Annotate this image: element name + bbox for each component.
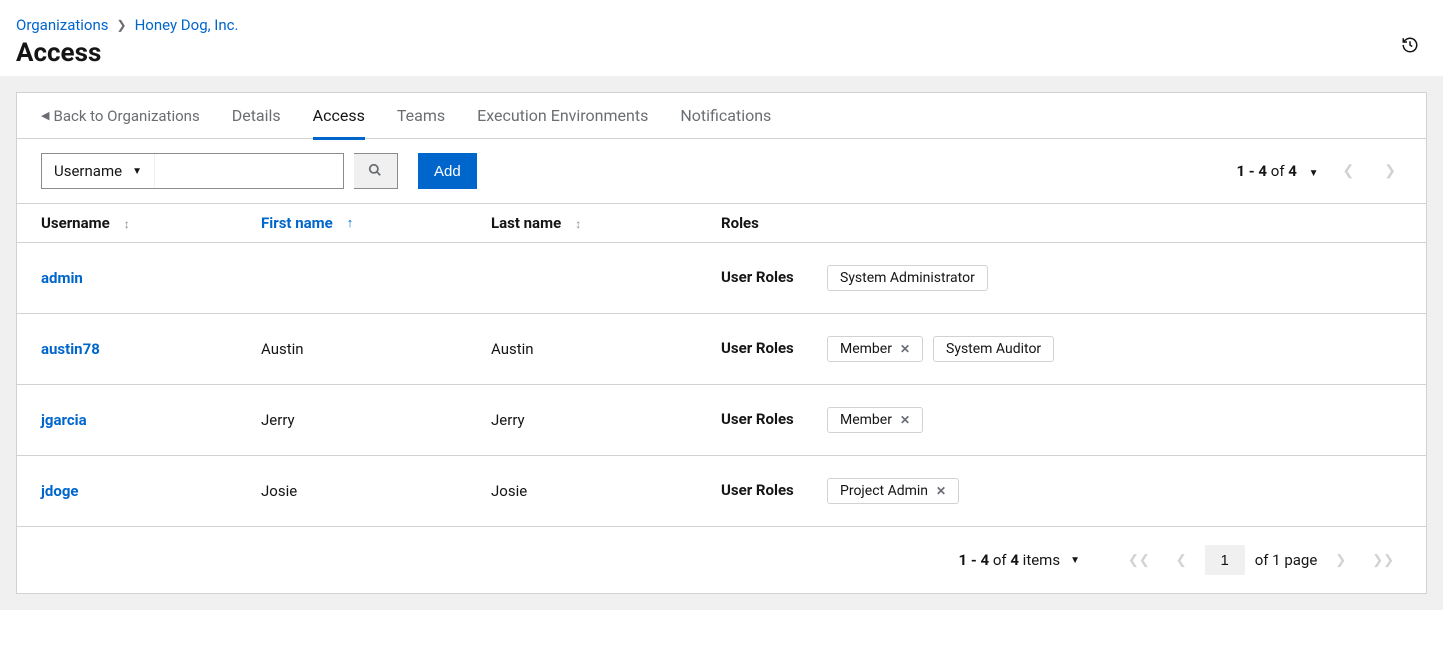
access-card: ◀ Back to Organizations Details Access T… <box>16 92 1427 594</box>
pager-top: 1 - 4 of 4 ▼ ❮ ❯ <box>1236 162 1402 180</box>
role-chip: Project Admin ✕ <box>827 478 959 504</box>
pager-top-text: 1 - 4 of 4 ▼ <box>1236 162 1318 180</box>
roles-label: User Roles <box>721 339 807 357</box>
breadcrumb: Organizations ❯ Honey Dog, Inc. <box>16 16 1427 34</box>
user-link[interactable]: jdoge <box>41 482 79 500</box>
cell-roles: User Roles Member ✕ <box>721 407 1402 433</box>
role-chip: System Administrator <box>827 265 988 291</box>
tabs: ◀ Back to Organizations Details Access T… <box>17 93 1426 139</box>
cell-roles: User Roles Project Admin ✕ <box>721 478 1402 504</box>
cell-last-name: Austin <box>491 340 721 358</box>
pager-last[interactable]: ❯❯ <box>1364 553 1402 568</box>
roles-label: User Roles <box>721 410 807 428</box>
role-chip-label: System Auditor <box>946 341 1041 357</box>
breadcrumb-root[interactable]: Organizations <box>16 16 109 34</box>
tab-access[interactable]: Access <box>313 93 365 139</box>
roles-label: User Roles <box>721 268 807 286</box>
cell-last-name: Jerry <box>491 411 721 429</box>
cell-first-name: Austin <box>261 340 491 358</box>
filter-field-label: Username <box>54 162 122 180</box>
table-body: admin User Roles System Administrator austi… <box>17 243 1426 527</box>
role-chip-label: Member <box>840 341 892 357</box>
user-link[interactable]: admin <box>41 269 83 287</box>
close-icon[interactable]: ✕ <box>900 413 910 427</box>
tab-teams[interactable]: Teams <box>397 93 445 139</box>
page-header: Organizations ❯ Honey Dog, Inc. Access <box>0 0 1443 76</box>
role-chip: System Auditor <box>933 336 1054 362</box>
pager-bottom: 1 - 4 of 4 items ▼ ❮❮ ❮ of 1 page ❯ ❯❯ <box>17 527 1426 593</box>
search-button[interactable] <box>354 153 398 189</box>
user-link[interactable]: austin78 <box>41 340 100 358</box>
breadcrumb-org[interactable]: Honey Dog, Inc. <box>135 16 239 34</box>
table-row: admin User Roles System Administrator <box>17 243 1426 314</box>
content-area: ◀ Back to Organizations Details Access T… <box>0 76 1443 610</box>
pager-first[interactable]: ❮❮ <box>1120 553 1158 568</box>
role-chip-label: Project Admin <box>840 483 928 499</box>
cell-last-name: Josie <box>491 482 721 500</box>
role-chip-label: System Administrator <box>840 270 975 286</box>
search-icon <box>368 163 382 180</box>
table-row: jgarciaJerryJerryUser RolesMember✕ <box>17 385 1426 456</box>
search-group: Username ▼ <box>41 153 344 189</box>
pager-next[interactable]: ❯ <box>1327 553 1354 568</box>
sort-icon: ↕ <box>575 217 581 231</box>
page-title: Access <box>16 38 1427 68</box>
tab-notifications[interactable]: Notifications <box>680 93 771 139</box>
cell-roles: User Roles Member ✕ System Auditor <box>721 336 1402 362</box>
tab-back-label: Back to Organizations <box>53 107 199 125</box>
sort-icon: ↕ <box>124 217 130 231</box>
cell-roles: User Roles System Administrator <box>721 265 1402 291</box>
roles-label: User Roles <box>721 481 807 499</box>
add-button[interactable]: Add <box>418 153 477 189</box>
caret-left-icon: ◀ <box>41 109 49 122</box>
pager-prev[interactable]: ❮ <box>1168 553 1195 568</box>
table-row: austin78AustinAustinUser RolesMember✕Sys… <box>17 314 1426 385</box>
th-first-name[interactable]: First name↑ <box>261 214 491 232</box>
th-roles: Roles <box>721 214 1402 232</box>
pager-prev[interactable]: ❮ <box>1337 163 1361 179</box>
caret-down-icon: ▼ <box>132 166 142 177</box>
pager-next[interactable]: ❯ <box>1378 163 1402 179</box>
tab-back-to-organizations[interactable]: ◀ Back to Organizations <box>41 107 200 125</box>
cell-first-name: Josie <box>261 482 491 500</box>
role-chip: Member ✕ <box>827 336 923 362</box>
pager-bottom-text: 1 - 4 of 4 items ▼ <box>958 551 1080 569</box>
page-number-input[interactable] <box>1205 545 1245 575</box>
caret-down-icon[interactable]: ▼ <box>1070 555 1080 566</box>
tab-execution-environments[interactable]: Execution Environments <box>477 93 648 139</box>
role-chip: Member ✕ <box>827 407 923 433</box>
close-icon[interactable]: ✕ <box>936 484 946 498</box>
close-icon[interactable]: ✕ <box>900 342 910 356</box>
caret-down-icon[interactable]: ▼ <box>1309 168 1319 179</box>
table-row: jdogeJosieJosieUser RolesProject Admin✕ <box>17 456 1426 527</box>
th-last-name[interactable]: Last name↕ <box>491 214 721 232</box>
chevron-right-icon: ❯ <box>117 18 127 32</box>
tab-details[interactable]: Details <box>232 93 281 139</box>
user-link[interactable]: jgarcia <box>41 411 87 429</box>
sort-asc-icon: ↑ <box>347 215 354 231</box>
role-chip-label: Member <box>840 412 892 428</box>
history-icon[interactable] <box>1401 36 1419 54</box>
table-head: Username↕ First name↑ Last name↕ Roles <box>17 203 1426 243</box>
toolbar: Username ▼ Add 1 - 4 of 4 ▼ ❮ ❯ <box>17 139 1426 203</box>
filter-field-select[interactable]: Username ▼ <box>42 154 155 188</box>
pager-page-total: of 1 page <box>1255 551 1318 569</box>
search-input[interactable] <box>155 154 343 188</box>
cell-first-name: Jerry <box>261 411 491 429</box>
th-username[interactable]: Username↕ <box>41 214 261 232</box>
